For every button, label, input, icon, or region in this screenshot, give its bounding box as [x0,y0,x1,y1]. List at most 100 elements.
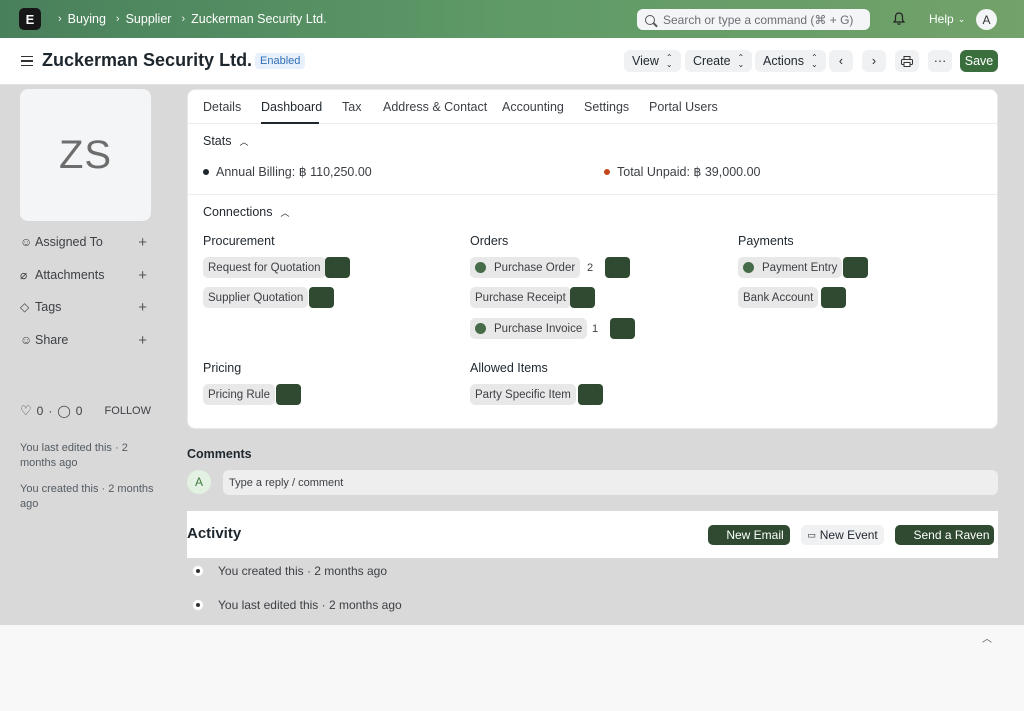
search-input[interactable]: Search or type a command (⌘ + G) [637,9,870,30]
comment-icon[interactable]: ◯ [57,404,70,418]
annual-billing-text: Annual Billing: ฿ 110,250.00 [216,165,372,179]
status-badge: Enabled [255,53,306,69]
timeline-text: You last edited this · 2 months ago [218,598,402,612]
create-button[interactable]: Create ⌃ ⌄ [685,50,753,72]
chevron-right-icon: › [58,13,62,25]
activity-timeline: You created this · 2 months ago You last… [187,558,998,624]
tab-dashboard[interactable]: Dashboard [261,100,322,114]
stats-section-toggle[interactable]: Stats ︿ [203,134,249,148]
add-purchase-order-button[interactable] [605,257,630,278]
sidebar-item-tags[interactable]: ◇ Tags + [20,299,151,316]
sidebar-item-attachments[interactable]: ⌀ Attachments + [20,267,151,284]
link-purchase-invoice[interactable]: Purchase Invoice [470,318,588,339]
sidebar-item-share[interactable]: ☺ Share + [20,332,151,349]
add-supplier-quotation-button[interactable] [309,287,334,308]
menu-icon[interactable] [21,56,33,66]
new-email-label: New Email [726,528,784,542]
breadcrumb-current[interactable]: Zuckerman Security Ltd. [191,12,326,26]
tab-address-contact[interactable]: Address & Contact [383,100,487,114]
link-request-for-quotation[interactable]: Request for Quotation [203,257,326,278]
previous-button[interactable]: ‹ [829,50,853,72]
user-avatar[interactable]: A [976,9,997,30]
connections-section-toggle[interactable]: Connections ︿ [203,205,290,219]
created-text: You created this · 2 months ago [20,483,154,510]
link-bank-account[interactable]: Bank Account [738,287,819,308]
link-label: Request for Quotation [208,261,321,274]
comment-placeholder: Type a reply / comment [229,476,344,489]
next-button[interactable]: › [862,50,886,72]
chevron-left-icon: ‹ [838,54,844,68]
bell-icon[interactable] [893,12,905,25]
tab-accounting[interactable]: Accounting [502,100,564,114]
plus-icon[interactable]: + [138,267,147,284]
user-icon: ☺ [20,235,33,249]
link-party-specific-item[interactable]: Party Specific Item [470,384,576,405]
annual-billing-stat: Annual Billing: ฿ 110,250.00 [203,164,372,179]
actions-button[interactable]: Actions ⌃ ⌄ [755,50,826,72]
sidebar-item-label: Share [35,333,69,347]
add-request-for-quotation-button[interactable] [325,257,350,278]
chevron-right-icon: › [115,13,120,25]
link-payment-entry[interactable]: Payment Entry [738,257,843,278]
tab-details[interactable]: Details [203,100,241,114]
group-payments: Payments [738,234,794,248]
breadcrumb-supplier[interactable]: Supplier [126,12,172,26]
app-logo[interactable]: E [19,8,41,30]
tab-settings[interactable]: Settings [584,100,629,114]
plus-icon[interactable]: + [138,234,147,251]
save-button[interactable]: Save [960,50,998,72]
comment-avatar: A [187,470,211,494]
chevron-right-icon: › [871,54,877,68]
add-purchase-receipt-button[interactable] [570,287,595,308]
supplier-image[interactable]: ZS [20,89,151,221]
view-button[interactable]: View ⌃ ⌄ [624,50,681,72]
indicator-dot [203,168,209,175]
tag-icon: ◇ [20,300,30,314]
add-payment-entry-button[interactable] [843,257,868,278]
purchase-invoice-count: 1 [591,322,599,335]
send-raven-button[interactable]: Send a Raven [895,525,994,545]
tab-tax[interactable]: Tax [342,100,361,114]
help-menu[interactable]: Help ⌄ [929,0,965,38]
add-pricing-rule-button[interactable] [276,384,301,405]
sidebar-item-label: Tags [35,300,62,314]
timeline-item: You last edited this · 2 months ago [192,598,402,612]
total-unpaid-text: Total Unpaid: ฿ 39,000.00 [617,165,761,179]
purchase-order-count: 2 [586,261,594,274]
link-supplier-quotation[interactable]: Supplier Quotation [203,287,309,308]
navbar: E › Buying › Supplier › Zuckerman Securi… [0,0,1024,38]
dashboard-card: Details Dashboard Tax Address & Contact … [187,89,998,429]
sidebar-item-assigned-to[interactable]: ☺ Assigned To + [20,234,151,251]
link-purchase-receipt[interactable]: Purchase Receipt [470,287,571,308]
plus-icon[interactable]: + [138,299,147,316]
link-pricing-rule[interactable]: Pricing Rule [203,384,275,405]
add-bank-account-button[interactable] [821,287,846,308]
more-button[interactable]: ··· [928,50,952,72]
scroll-to-top-icon[interactable]: ︿ [982,630,992,645]
likes-count: 0 [36,404,44,418]
new-event-button[interactable]: ▭ New Event [801,525,884,545]
timeline-item: You created this · 2 months ago [192,564,387,578]
print-button[interactable] [895,50,919,72]
add-purchase-invoice-button[interactable] [610,318,635,339]
active-tab-indicator [261,122,319,124]
new-email-button[interactable]: New Email [708,525,790,545]
add-party-specific-item-button[interactable] [578,384,603,405]
comment-input[interactable]: Type a reply / comment [223,470,998,495]
activity-title: Activity [187,525,242,542]
breadcrumb-buying[interactable]: Buying [68,12,106,26]
create-label: Create [693,54,731,68]
follow-button[interactable]: FOLLOW [105,405,151,417]
total-unpaid-stat: Total Unpaid: ฿ 39,000.00 [604,164,760,179]
group-procurement: Procurement [203,234,275,248]
heart-icon[interactable]: ♡ [20,403,32,419]
search-icon [645,14,655,25]
plus-icon[interactable]: + [138,332,147,349]
sidebar-item-label: Attachments [35,268,105,282]
link-label: Supplier Quotation [208,291,304,304]
link-purchase-order[interactable]: Purchase Order [470,257,581,278]
link-label: Purchase Receipt [475,291,566,304]
chevron-right-icon: › [181,13,186,25]
tab-portal-users[interactable]: Portal Users [649,100,718,114]
status-circle-icon [475,262,486,273]
